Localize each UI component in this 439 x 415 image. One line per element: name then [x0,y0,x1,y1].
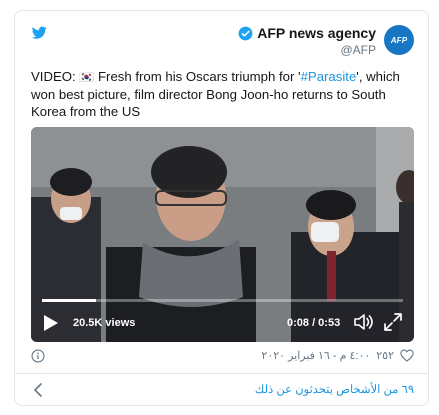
tweet-meta: ٤:٠٠ م - ١٦ فبراير ٢٠٢٠ ٢٥٢ [31,349,414,367]
divider [15,373,428,374]
avatar[interactable]: AFP [384,25,414,55]
video-progress-fill [42,299,97,302]
people-talking-link[interactable]: ٦٩ من الأشخاص يتحدثون عن ذلك [255,382,414,396]
video-frame [31,127,414,342]
video-player[interactable]: 20.5K views 0:08 / 0:53 [31,127,414,342]
verified-icon [238,26,253,40]
volume-icon[interactable] [353,312,375,332]
heart-icon[interactable] [400,349,414,362]
view-count: 20.5K views [73,317,136,329]
south-korea-flag-icon: 🇰🇷 [79,70,95,84]
play-icon[interactable] [43,314,59,332]
account-name[interactable]: AFP news agency [257,25,376,41]
tweet-text: VIDEO: 🇰🇷 Fresh from his Oscars triumph … [31,68,421,120]
tweet-card: AFP news agency @AFP AFP VIDEO: 🇰🇷 Fresh… [14,10,429,406]
hashtag-link[interactable]: #Parasite [301,69,357,84]
video-progress-bar[interactable] [42,299,403,302]
avatar-logo-text: AFP [390,35,408,45]
tweet-text-part1: Fresh from his Oscars triumph for ' [94,69,301,84]
fullscreen-icon[interactable] [383,312,403,332]
twitter-bird-icon[interactable] [32,25,47,40]
account-info[interactable]: AFP news agency @AFP [238,25,376,57]
like-count[interactable]: ٢٥٢ [376,349,394,362]
video-time: 0:08 / 0:53 [287,317,341,329]
account-handle[interactable]: @AFP [238,43,376,57]
tweet-timestamp[interactable]: ٤:٠٠ م - ١٦ فبراير ٢٠٢٠ [261,349,370,362]
tweet-prefix: VIDEO: [31,69,80,84]
people-talking-row[interactable]: ٦٩ من الأشخاص يتحدثون عن ذلك [31,379,414,401]
info-icon[interactable] [31,349,45,363]
chevron-left-icon[interactable] [33,383,43,397]
